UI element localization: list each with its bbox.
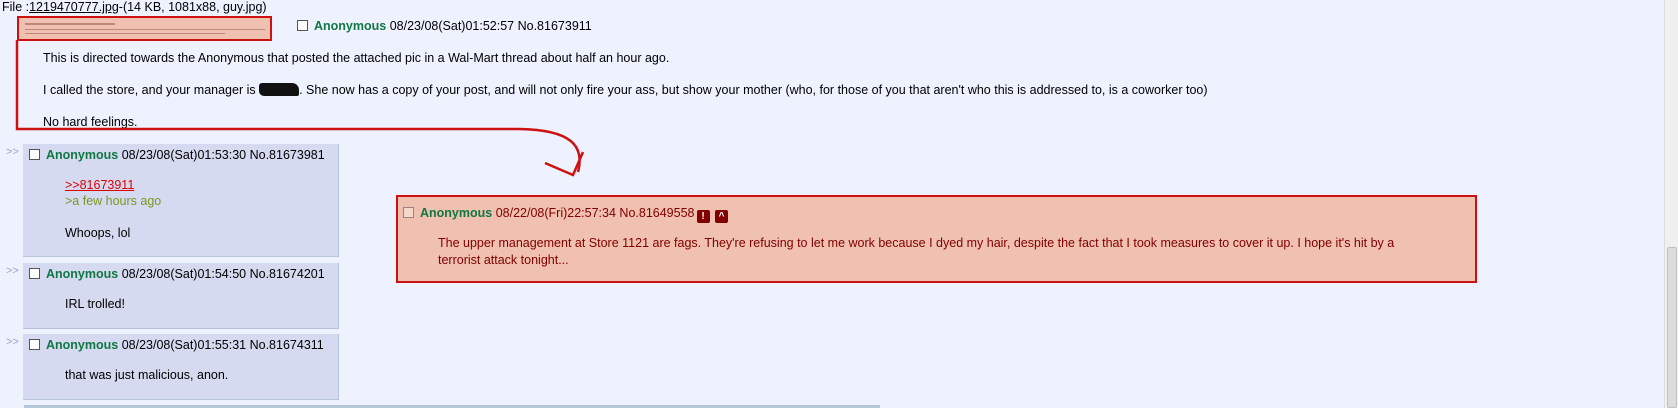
reply-name: Anonymous <box>46 267 119 281</box>
reply-name: Anonymous <box>46 148 119 162</box>
thumbnail-line <box>25 33 225 34</box>
reply-arrow: >> <box>6 146 19 158</box>
image-icon: ^ <box>714 210 728 223</box>
quoted-post-datetime: 08/22/08(Fri)22:57:34 <box>495 206 616 220</box>
file-info: File :1219470777.jpg-(14 KB, 1081x88, gu… <box>2 0 267 14</box>
reply-body: IRL trolled! <box>65 297 125 311</box>
reply-postno[interactable]: No.81674201 <box>250 267 325 281</box>
quoted-post-body: The upper management at Store 1121 are f… <box>438 236 1395 267</box>
quoted-post-postno: No.81649558 <box>619 206 695 220</box>
reply-post: Anonymous 08/23/08(Sat)01:53:30 No.81673… <box>23 144 339 257</box>
redacted-scribble <box>259 83 300 96</box>
op-header: Anonymous 08/23/08(Sat)01:52:57 No.81673… <box>297 19 592 33</box>
reply-arrow: >> <box>6 336 19 348</box>
reply-post: Anonymous 08/23/08(Sat)01:54:50 No.81674… <box>23 263 339 329</box>
reply-checkbox[interactable] <box>29 149 40 160</box>
op-line2-end: . She now has a copy of your post, and w… <box>299 83 1208 97</box>
op-checkbox[interactable] <box>297 20 308 31</box>
quote-link[interactable]: >>81673911 <box>65 178 134 192</box>
quoted-post-image: Anonymous 08/22/08(Fri)22:57:34 No.81649… <box>396 195 1477 283</box>
reply-arrow: >> <box>6 265 19 277</box>
op-thumbnail[interactable] <box>17 16 272 41</box>
op-body-line-3: No hard feelings. <box>43 115 138 129</box>
reply-body: Whoops, lol <box>65 226 131 240</box>
reply-datetime: 08/23/08(Sat)01:54:50 <box>121 267 247 281</box>
reply-postno[interactable]: No.81673981 <box>250 148 325 162</box>
op-line2-start: I called the store, and your manager is <box>43 83 256 97</box>
reply-post: Anonymous 08/23/08(Sat)01:55:31 No.81674… <box>23 334 339 400</box>
file-link[interactable]: 1219470777.jpg <box>29 0 119 14</box>
reply-header: Anonymous 08/23/08(Sat)01:53:30 No.81673… <box>29 148 338 162</box>
scrollbar-thumb[interactable] <box>1667 247 1677 408</box>
reply-postno[interactable]: No.81674311 <box>250 338 324 352</box>
file-info-prefix: File : <box>2 0 30 14</box>
op-body-line-2: I called the store, and your manager is … <box>43 83 1208 97</box>
page-scrollbar[interactable] <box>1664 0 1678 408</box>
reply-header: Anonymous 08/23/08(Sat)01:54:50 No.81674… <box>29 267 338 281</box>
reply-datetime: 08/23/08(Sat)01:55:31 <box>121 338 247 352</box>
op-name: Anonymous <box>314 19 387 33</box>
reply-checkbox[interactable] <box>29 339 40 350</box>
greentext-line: >a few hours ago <box>65 194 162 208</box>
thumbnail-line <box>25 23 115 25</box>
reply-datetime: 08/23/08(Sat)01:53:30 <box>121 148 247 162</box>
reply-name: Anonymous <box>46 338 119 352</box>
quoted-post-name: Anonymous <box>420 206 493 220</box>
reply-checkbox[interactable] <box>29 268 40 279</box>
annotation-arrowhead <box>544 151 585 177</box>
thumbnail-line <box>25 29 265 30</box>
op-body-line-1: This is directed towards the Anonymous t… <box>43 51 670 65</box>
op-postno[interactable]: No.81673911 <box>518 19 592 33</box>
quoted-post-header: Anonymous 08/22/08(Fri)22:57:34 No.81649… <box>403 206 728 223</box>
op-datetime: 08/23/08(Sat)01:52:57 <box>389 19 515 33</box>
file-meta: -(14 KB, 1081x88, guy.jpg) <box>118 0 267 14</box>
reply-header: Anonymous 08/23/08(Sat)01:55:31 No.81674… <box>29 338 338 352</box>
report-icon: ! <box>696 210 710 223</box>
quoted-post-checkbox <box>403 207 414 218</box>
reply-body: that was just malicious, anon. <box>65 368 229 382</box>
